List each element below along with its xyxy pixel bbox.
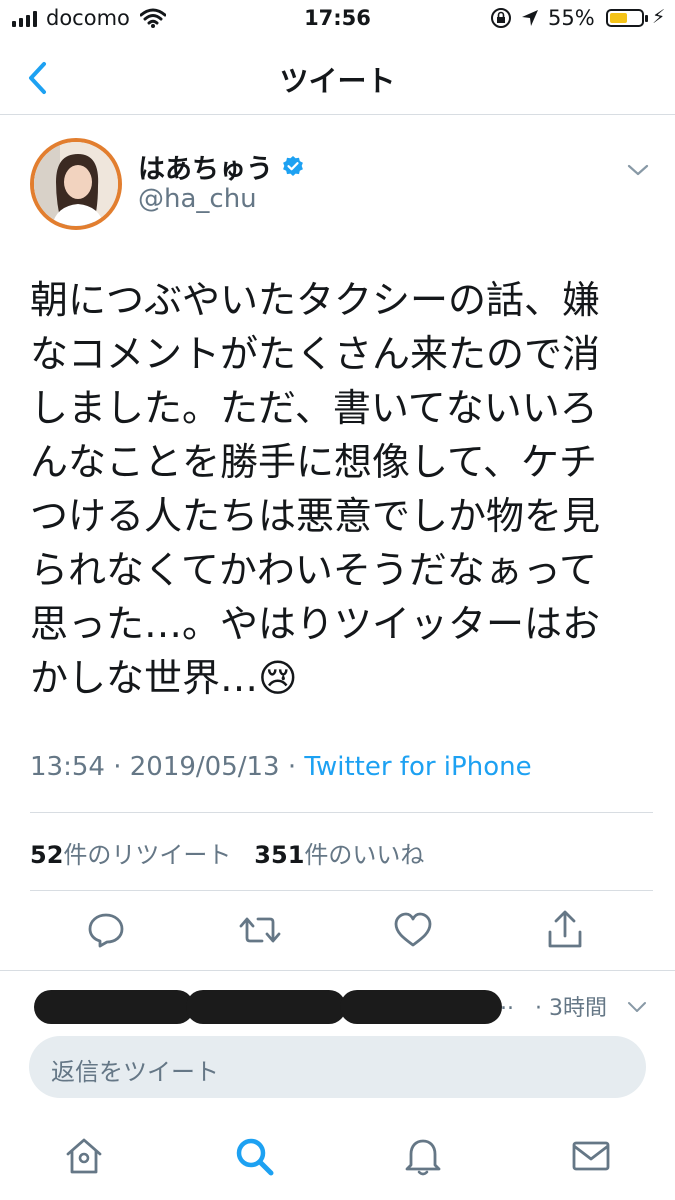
display-name-row: はあちゅう: [138, 147, 305, 186]
reply-placeholder: 返信をツイート: [51, 1058, 219, 1086]
search-icon[interactable]: [232, 1134, 276, 1178]
retweets-stat[interactable]: 52件のリツイート: [30, 841, 231, 869]
battery-level: [610, 13, 627, 23]
share-icon[interactable]: [543, 908, 587, 952]
reply-icon[interactable]: [84, 908, 128, 952]
avatar[interactable]: [30, 138, 122, 230]
display-name[interactable]: はあちゅう: [138, 147, 273, 186]
meta-separator: ·: [113, 752, 122, 782]
chevron-down-icon[interactable]: [626, 158, 650, 182]
like-label: 件のいいね: [304, 841, 425, 869]
like-count: 351: [254, 841, 305, 869]
user-handle[interactable]: @ha_chu: [138, 184, 257, 214]
status-icons: 55%: [490, 6, 595, 30]
battery-icon: [606, 9, 648, 27]
redacted-name: [186, 990, 346, 1024]
divider: [30, 890, 653, 891]
page-title: ツイート: [279, 64, 396, 98]
redacted-name: [34, 990, 194, 1024]
meta-separator: ·: [287, 752, 297, 782]
verified-badge-icon: [283, 155, 303, 176]
location-icon: [522, 10, 538, 26]
avatar-photo: [34, 142, 118, 226]
likes-stat[interactable]: 351件のいいね: [254, 841, 424, 869]
tweet-meta: 13:54 · 2019/05/13 · Twitter for iPhone: [30, 752, 532, 782]
redacted-name: [340, 990, 502, 1024]
tweet-time: 13:54: [30, 752, 105, 782]
home-icon[interactable]: [62, 1134, 106, 1178]
reply-timestamp: · 3時間: [535, 996, 607, 1021]
tweet-text: 朝につぶやいたタクシーの話、嫌 なコメントがたくさん来たので消 しました。ただ、…: [30, 278, 601, 700]
reply-ellipsis: ..: [500, 990, 514, 1015]
messages-envelope-icon[interactable]: [569, 1134, 613, 1178]
chevron-down-icon[interactable]: [626, 996, 648, 1018]
retweet-icon[interactable]: [238, 908, 282, 952]
retweet-count: 52: [30, 841, 64, 869]
retweet-label: 件のリツイート: [63, 841, 232, 869]
tweet-source-link[interactable]: Twitter for iPhone: [304, 752, 531, 782]
tweet-stats: 52件のリツイート 351件のいいね: [30, 835, 424, 870]
orientation-lock-icon: [491, 8, 511, 28]
divider: [0, 970, 675, 971]
notifications-bell-icon[interactable]: [401, 1134, 445, 1178]
divider: [30, 812, 653, 813]
charging-icon: ⚡: [652, 6, 666, 28]
tab-bar: [0, 1110, 675, 1200]
navigation-bar: ツイート: [0, 40, 675, 115]
status-bar: docomo 17:56 55% ⚡: [0, 0, 675, 40]
tweet-date: 2019/05/13: [129, 752, 280, 782]
reply-input[interactable]: 返信をツイート: [29, 1036, 646, 1098]
battery-percent: 55%: [548, 6, 595, 30]
like-heart-icon[interactable]: [391, 908, 435, 952]
